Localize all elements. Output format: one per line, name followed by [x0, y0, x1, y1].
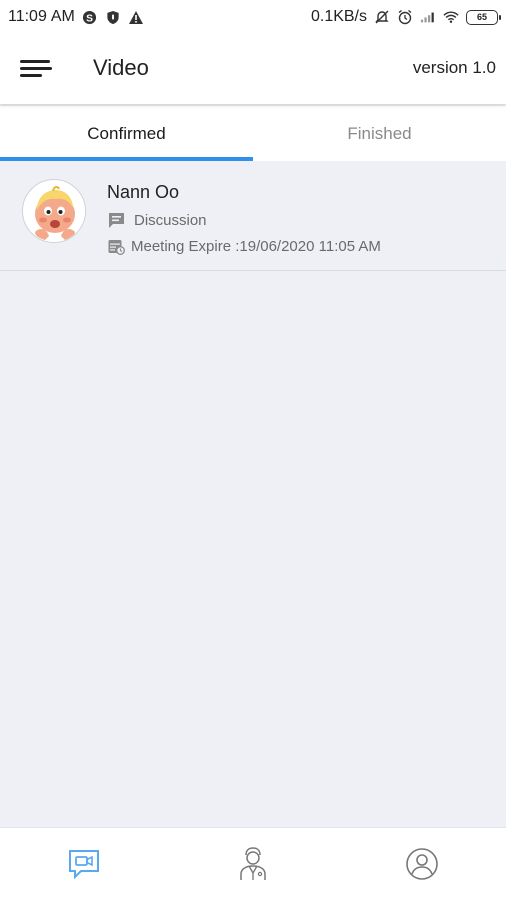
doctor-icon — [238, 847, 268, 881]
warning-icon — [128, 9, 144, 25]
tab-finished-label: Finished — [347, 123, 412, 143]
battery-icon: 65 — [466, 9, 501, 25]
status-bar-right: 0.1KB/s 65 — [310, 8, 501, 26]
meeting-expire: Meeting Expire :19/06/2020 11:05 AM — [131, 237, 381, 255]
topic-row: Discussion — [107, 211, 207, 229]
tab-confirmed-label: Confirmed — [87, 123, 166, 143]
profile-icon — [405, 847, 439, 881]
battery-level: 65 — [476, 12, 487, 22]
skype-icon: S — [82, 9, 98, 25]
app-bar: Video version 1.0 — [0, 34, 506, 104]
net-speed: 0.1KB/s — [310, 8, 367, 25]
signal-icon — [420, 9, 436, 25]
page-title: Video — [93, 55, 149, 80]
tab-finished[interactable]: Finished — [253, 106, 506, 161]
bottom-nav — [0, 827, 506, 900]
list-item[interactable]: Nann Oo Discussion Meeting Expire :19/06… — [0, 161, 506, 271]
version-label: version 1.0 — [412, 58, 496, 77]
status-bar-left: 11:09 AM S — [8, 8, 144, 26]
silent-icon — [374, 9, 390, 25]
participant-name: Nann Oo — [107, 182, 180, 202]
tab-bar: Confirmed Finished — [0, 106, 506, 161]
meeting-list: Nann Oo Discussion Meeting Expire :19/06… — [0, 161, 506, 271]
nav-profile[interactable] — [337, 828, 506, 900]
meeting-topic: Discussion — [134, 211, 207, 229]
shield-icon — [105, 9, 121, 25]
chat-icon — [107, 211, 126, 229]
video-chat-icon — [67, 848, 101, 880]
calendar-clock-icon — [107, 237, 125, 255]
hamburger-menu-icon[interactable] — [20, 58, 54, 80]
avatar — [22, 179, 86, 243]
tab-confirmed[interactable]: Confirmed — [0, 106, 253, 161]
status-ampm: AM — [50, 8, 75, 25]
svg-text:S: S — [86, 13, 93, 24]
status-bar: 11:09 AM S 0.1KB/s 65 — [0, 0, 506, 34]
status-time: 11:09 — [8, 8, 47, 25]
nav-doctor[interactable] — [169, 828, 338, 900]
alarm-icon — [397, 9, 413, 25]
wifi-icon — [443, 9, 459, 25]
nav-video-chat[interactable] — [0, 828, 169, 900]
expire-row: Meeting Expire :19/06/2020 11:05 AM — [107, 237, 381, 255]
